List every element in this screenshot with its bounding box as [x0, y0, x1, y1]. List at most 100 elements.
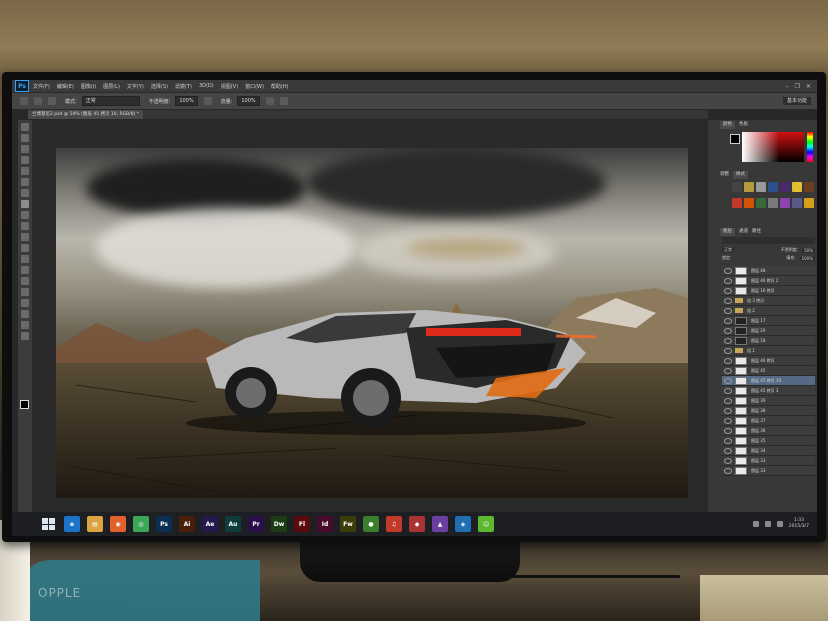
style-swatch[interactable] — [804, 182, 814, 192]
layer-row[interactable]: 图层 34 — [722, 446, 815, 456]
tab-layers[interactable]: 图层 — [720, 228, 735, 236]
layer-row[interactable]: 图层 39 — [722, 396, 815, 406]
layer-row[interactable]: 图层 45 — [722, 366, 815, 376]
pressure-size-icon[interactable] — [279, 97, 288, 105]
opacity-field[interactable]: 100% — [175, 96, 198, 106]
style-swatch[interactable] — [732, 182, 742, 192]
hue-slider[interactable] — [807, 132, 813, 162]
tab-color[interactable]: 颜色 — [720, 121, 735, 129]
visibility-eye-icon[interactable] — [724, 407, 732, 414]
brush-tool-icon[interactable] — [21, 200, 29, 208]
dodge-tool-icon[interactable] — [21, 266, 29, 274]
clone-stamp-tool-icon[interactable] — [21, 211, 29, 219]
visibility-eye-icon[interactable] — [724, 267, 732, 274]
pen-tool-icon[interactable] — [21, 277, 29, 285]
illustrator-icon[interactable]: Ai — [179, 516, 195, 532]
menu-file[interactable]: 文件(F) — [33, 83, 50, 90]
explorer-icon[interactable]: ▤ — [87, 516, 103, 532]
layer-filter-bar[interactable]: 类型 — [722, 237, 815, 253]
media-icon[interactable]: ● — [363, 516, 379, 532]
visibility-eye-icon[interactable] — [724, 367, 732, 374]
layer-opacity-field[interactable]: 50% — [802, 247, 815, 253]
visibility-eye-icon[interactable] — [724, 297, 732, 304]
music-icon[interactable]: ♫ — [386, 516, 402, 532]
layer-row[interactable]: 图层 46 拷贝 2 — [722, 276, 815, 286]
blur-tool-icon[interactable] — [21, 255, 29, 263]
style-swatch[interactable] — [756, 182, 766, 192]
layer-row[interactable]: 图层 17 — [722, 316, 815, 326]
path-select-tool-icon[interactable] — [21, 299, 29, 307]
fill-field[interactable]: 100% — [799, 255, 815, 261]
visibility-eye-icon[interactable] — [724, 377, 732, 384]
quick-select-tool-icon[interactable] — [21, 156, 29, 164]
volume-icon[interactable] — [764, 521, 771, 527]
style-swatch[interactable] — [768, 182, 778, 192]
tab-adjustments[interactable]: 调整 — [720, 171, 729, 179]
layer-row[interactable]: 图层 33 — [722, 466, 815, 476]
menu-3d[interactable]: 3D(D) — [199, 83, 214, 89]
eyedropper-tool-icon[interactable] — [21, 178, 29, 186]
gradient-tool-icon[interactable] — [21, 244, 29, 252]
layer-row[interactable]: 图层 16 拷贝 — [722, 286, 815, 296]
foreground-color-swatch[interactable] — [20, 400, 29, 409]
visual-studio-icon[interactable]: ▲ — [432, 516, 448, 532]
ie-icon[interactable]: e — [64, 516, 80, 532]
layer-row[interactable]: 图层 38 — [722, 406, 815, 416]
layer-row[interactable]: 图层 18 — [722, 336, 815, 346]
style-swatch[interactable] — [780, 182, 790, 192]
menu-layer[interactable]: 图层(L) — [103, 83, 120, 90]
style-swatch[interactable] — [804, 198, 814, 208]
dreamweaver-icon[interactable]: Dw — [271, 516, 287, 532]
app-blue-icon[interactable]: ◈ — [455, 516, 471, 532]
brush-tool-icon[interactable] — [20, 97, 28, 105]
indesign-icon[interactable]: Id — [317, 516, 333, 532]
foreground-color-mini[interactable] — [730, 134, 740, 144]
airbrush-icon[interactable] — [265, 97, 274, 105]
menu-edit[interactable]: 编辑(E) — [57, 83, 74, 90]
clock[interactable]: 1:33 2015/3/7 — [789, 518, 809, 530]
healing-brush-tool-icon[interactable] — [21, 189, 29, 197]
style-swatch[interactable] — [792, 182, 802, 192]
layer-row[interactable]: 组 3 拷贝 — [722, 296, 815, 306]
visibility-eye-icon[interactable] — [724, 447, 732, 454]
document-canvas[interactable] — [56, 148, 688, 498]
start-button[interactable] — [42, 518, 56, 530]
layer-row[interactable]: 图层 37 — [722, 416, 815, 426]
marquee-tool-icon[interactable] — [21, 134, 29, 142]
fireworks-icon[interactable]: Fw — [340, 516, 356, 532]
layer-row[interactable]: 组 2 — [722, 306, 815, 316]
style-swatch[interactable] — [792, 198, 802, 208]
layer-row[interactable]: 图层 20 — [722, 326, 815, 336]
style-swatch[interactable] — [744, 198, 754, 208]
hand-tool-icon[interactable] — [21, 321, 29, 329]
lasso-tool-icon[interactable] — [21, 145, 29, 153]
after-effects-icon[interactable]: Ae — [202, 516, 218, 532]
chrome-icon[interactable]: ◎ — [133, 516, 149, 532]
visibility-eye-icon[interactable] — [724, 437, 732, 444]
move-tool-icon[interactable] — [21, 123, 29, 131]
visibility-eye-icon[interactable] — [724, 397, 732, 404]
visibility-eye-icon[interactable] — [724, 337, 732, 344]
flash-icon[interactable]: Fl — [294, 516, 310, 532]
brush-panel-icon[interactable] — [48, 97, 56, 105]
layer-row[interactable]: 图层 45 拷贝 10 — [722, 376, 815, 386]
visibility-eye-icon[interactable] — [724, 417, 732, 424]
visibility-eye-icon[interactable] — [724, 307, 732, 314]
color-picker-field[interactable] — [742, 132, 804, 162]
shape-tool-icon[interactable] — [21, 310, 29, 318]
menu-type[interactable]: 文字(Y) — [127, 83, 144, 90]
photoshop-icon[interactable]: Ps — [156, 516, 172, 532]
style-swatch[interactable] — [756, 198, 766, 208]
layer-row[interactable]: 图层 35 — [722, 436, 815, 446]
tab-paths[interactable]: 路径 — [752, 228, 761, 236]
layer-row[interactable]: 图层 45 拷贝 3 — [722, 386, 815, 396]
layer-row[interactable]: 图层 46 拷贝 — [722, 356, 815, 366]
type-tool-icon[interactable] — [21, 288, 29, 296]
restore-button[interactable]: ❐ — [795, 83, 800, 90]
firefox-icon[interactable]: ◉ — [110, 516, 126, 532]
visibility-eye-icon[interactable] — [724, 277, 732, 284]
visibility-eye-icon[interactable] — [724, 427, 732, 434]
menu-filter[interactable]: 滤镜(T) — [175, 83, 192, 90]
brush-preset-icon[interactable] — [34, 97, 42, 105]
history-brush-tool-icon[interactable] — [21, 222, 29, 230]
